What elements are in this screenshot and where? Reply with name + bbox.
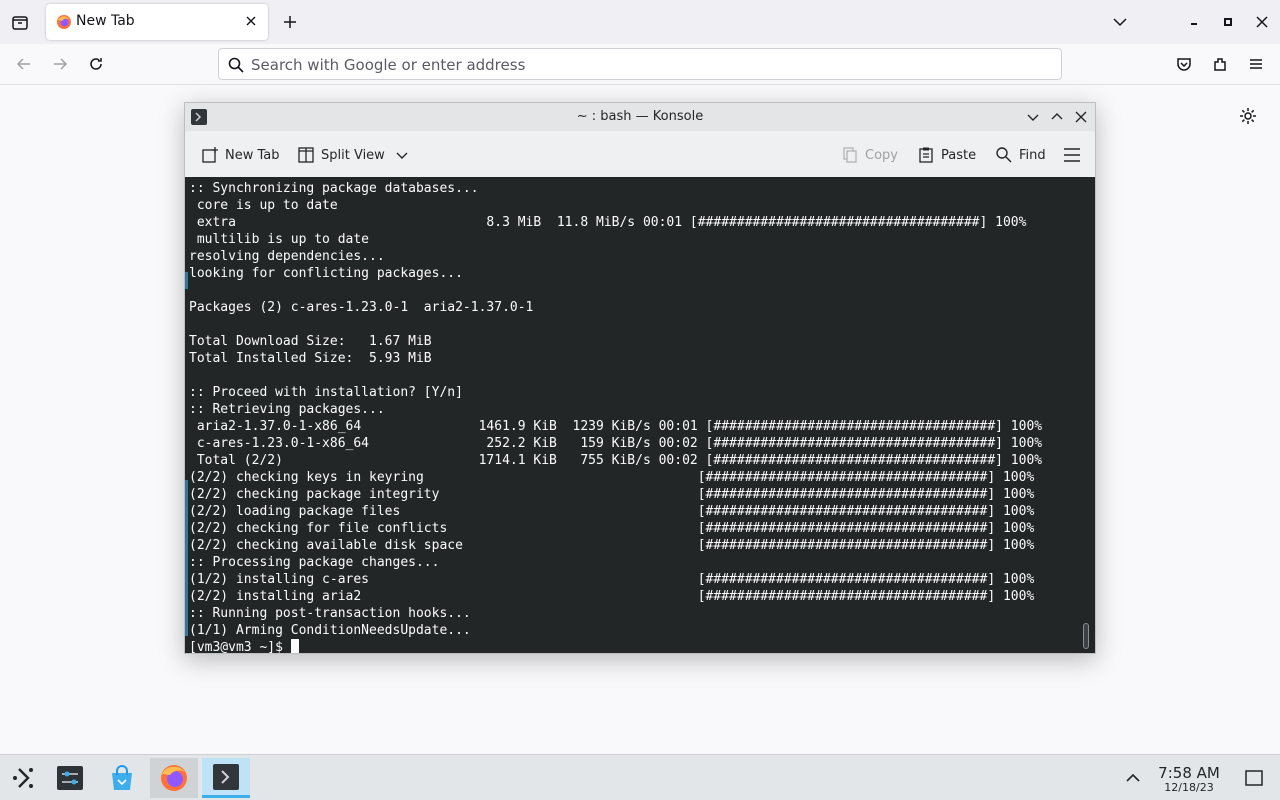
tab-list-icon[interactable] [10,12,30,32]
pocket-icon[interactable] [1174,54,1194,74]
extensions-icon[interactable] [1210,54,1230,74]
terminal-line: (2/2) loading package files [###########… [189,504,1035,519]
copy-icon [843,147,857,163]
terminal-line: :: Retrieving packages... [189,402,385,417]
terminal-line: (2/2) checking package integrity [######… [189,487,1035,502]
terminal-line: core is up to date [189,198,338,213]
address-input[interactable] [251,53,1051,77]
search-icon [228,57,244,73]
terminal-line: extra 8.3 MiB 11.8 MiB/s 00:01 [########… [189,215,1027,230]
settings-sliders-icon [57,766,83,790]
terminal-line: multilib is up to date [189,232,370,247]
window-title: ~ : bash — Konsole [576,109,704,124]
terminal-area[interactable]: :: Synchronizing package databases... co… [185,177,1095,653]
close-window-icon[interactable] [1252,12,1272,32]
maximize-icon[interactable] [1049,109,1065,125]
hamburger-menu-icon[interactable] [1063,147,1081,163]
minimize-icon[interactable] [1025,109,1041,125]
terminal-line: Packages (2) c-ares-1.23.0-1 aria2-1.37.… [189,300,534,315]
search-icon [996,147,1012,163]
copy-button[interactable]: Copy [841,143,898,167]
terminal-line: :: Processing package changes... [189,555,440,570]
line-marker [185,480,188,636]
text-cursor [290,639,299,653]
chevron-down-icon[interactable] [1110,12,1130,32]
split-view-button[interactable]: Split View [297,143,415,167]
new-tab-icon[interactable] [280,12,300,32]
clock-date: 12/18/23 [1164,781,1214,794]
address-bar[interactable] [218,48,1062,80]
paste-button[interactable]: Paste [917,143,976,167]
firefox-icon [57,15,71,29]
app-launcher-button[interactable] [0,758,48,798]
terminal-line: looking for conflicting packages... [189,266,463,281]
new-tab-icon [202,147,218,163]
browser-tab-bar: New Tab [0,0,1280,44]
reload-icon[interactable] [86,54,106,74]
terminal-line: (2/2) installing aria2 [################… [189,589,1035,604]
new-tab-label: New Tab [225,147,280,163]
terminal-line: (1/1) Arming ConditionNeedsUpdate... [189,623,471,638]
line-marker [185,272,188,289]
split-view-icon [298,147,314,163]
shell-prompt: [vm3@vm3 ~]$ [189,640,291,653]
gear-icon[interactable] [1238,106,1258,126]
clock-time: 7:58 AM [1158,764,1220,782]
clock[interactable]: 7:58 AM 12/18/23 [1146,764,1232,794]
tab-title: New Tab [76,13,135,29]
terminal-line: (1/2) installing c-ares [###############… [189,572,1035,587]
firefox-icon [161,765,187,791]
system-settings-button[interactable] [46,758,94,798]
terminal-line: Total Download Size: 1.67 MiB [189,334,432,349]
paste-label: Paste [941,147,977,163]
terminal-line: :: Synchronizing package databases... [189,181,479,196]
terminal-line: (2/2) checking available disk space [###… [189,538,1035,553]
terminal-line: resolving dependencies... [189,249,385,264]
forward-arrow-icon[interactable] [50,54,70,74]
app-launcher-icon [13,768,33,788]
terminal-line: (2/2) checking for file conflicts [#####… [189,521,1035,536]
terminal-line: Total Installed Size: 5.93 MiB [189,351,432,366]
find-label: Find [1019,147,1046,163]
copy-label: Copy [865,147,898,163]
shopping-bag-icon [112,765,132,790]
maximize-icon[interactable] [1218,12,1238,32]
minimize-icon[interactable] [1184,12,1204,32]
terminal-line: (2/2) checking keys in keyring [########… [189,470,1035,485]
menu-icon[interactable] [1246,54,1266,74]
taskbar: 7:58 AM 12/18/23 [0,754,1280,800]
browser-nav-bar [0,44,1280,85]
konsole-toolbar: New Tab Split View Copy Paste Find [185,131,1095,177]
close-icon[interactable] [1073,109,1089,125]
back-arrow-icon[interactable] [14,54,34,74]
scrollbar-handle[interactable] [1083,623,1089,649]
new-tab-button[interactable]: New Tab [201,143,280,167]
konsole-icon [213,763,239,790]
terminal-output: :: Synchronizing package databases... co… [189,180,1042,653]
konsole-taskbar-button[interactable] [202,758,250,798]
chevron-down-icon[interactable] [395,148,409,162]
discover-store-button[interactable] [98,758,146,798]
split-view-label: Split View [321,147,385,163]
close-tab-icon[interactable] [244,14,258,28]
firefox-taskbar-button[interactable] [150,758,198,798]
konsole-titlebar[interactable]: ~ : bash — Konsole [185,103,1095,131]
konsole-window: ~ : bash — Konsole New Tab Split View Co… [184,102,1096,654]
chevron-up-icon[interactable] [1124,771,1142,785]
terminal-line: aria2-1.37.0-1-x86_64 1461.9 KiB 1239 Ki… [189,419,1043,434]
terminal-line: :: Running post-transaction hooks... [189,606,471,621]
terminal-line: c-ares-1.23.0-1-x86_64 252.2 KiB 159 KiB… [189,436,1043,451]
paste-icon [919,147,933,163]
find-button[interactable]: Find [995,143,1046,167]
show-desktop-icon[interactable] [1244,769,1264,787]
browser-tab[interactable]: New Tab [46,4,268,40]
terminal-line: :: Proceed with installation? [Y/n] [189,385,463,400]
terminal-line: Total (2/2) 1714.1 KiB 755 KiB/s 00:02 [… [189,453,1043,468]
